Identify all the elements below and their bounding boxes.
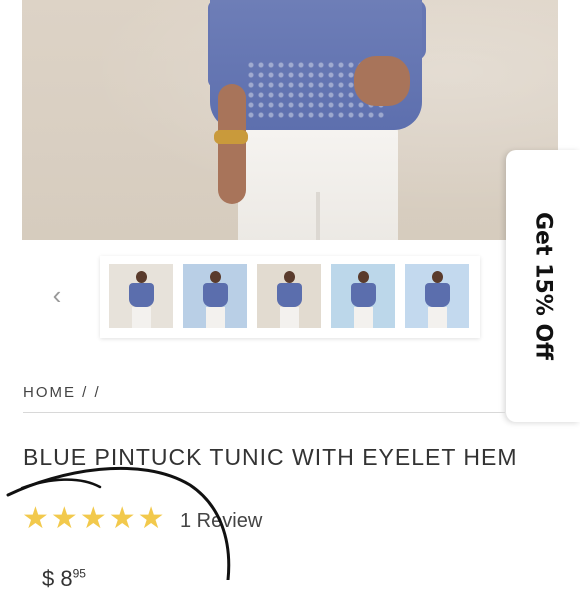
thumbnail-figure-legs: [428, 307, 447, 328]
thumbnail-3[interactable]: [257, 264, 321, 328]
thumbnail-figure-body: [129, 283, 154, 307]
gold-bracelet: [214, 130, 248, 144]
thumbnail-figure-head: [284, 271, 295, 283]
thumbnail-4[interactable]: [331, 264, 395, 328]
model-hand-right: [354, 56, 410, 106]
discount-tab[interactable]: Get 15% Off: [506, 150, 580, 422]
thumbnail-figure-body: [425, 283, 450, 307]
thumbnail-figure-head: [136, 271, 147, 283]
chevron-left-icon[interactable]: ‹: [44, 282, 70, 308]
price-dollars: $ 8: [42, 566, 73, 591]
thumbnail-figure-body: [351, 283, 376, 307]
thumbnail-figure-legs: [280, 307, 299, 328]
thumbnail-figure-legs: [354, 307, 373, 328]
thumbnail-figure-legs: [132, 307, 151, 328]
product-main-image[interactable]: [22, 0, 558, 240]
star-rating[interactable]: ★ ★ ★ ★ ★: [22, 504, 165, 534]
star-icon: ★: [50, 502, 78, 535]
discount-tab-label: Get 15% Off: [530, 212, 556, 360]
product-price: $ 895: [42, 566, 86, 592]
thumbnail-5[interactable]: [405, 264, 469, 328]
thumbnail-figure-head: [358, 271, 369, 283]
review-count-link[interactable]: 1 Review: [180, 510, 262, 533]
thumbnail-figure-head: [210, 271, 221, 283]
star-icon: ★: [137, 502, 165, 535]
product-title: BLUE PINTUCK TUNIC WITH EYELET HEM: [23, 444, 518, 470]
thumbnail-carousel: [100, 256, 480, 338]
price-cents: 95: [72, 566, 86, 581]
star-icon: ★: [108, 502, 136, 535]
thumbnail-figure-body: [277, 283, 302, 307]
star-icon: ★: [79, 502, 107, 535]
thumbnail-figure-legs: [206, 307, 225, 328]
thumbnail-1[interactable]: [109, 264, 173, 328]
model-arm-left: [218, 84, 246, 204]
thumbnail-figure-body: [203, 283, 228, 307]
thumbnail-figure-head: [432, 271, 443, 283]
star-icon: ★: [22, 502, 49, 535]
breadcrumb[interactable]: HOME / /: [23, 384, 101, 401]
divider: [23, 412, 505, 413]
thumbnail-2[interactable]: [183, 264, 247, 328]
white-pants: [238, 122, 398, 240]
leg-gap: [316, 192, 320, 240]
